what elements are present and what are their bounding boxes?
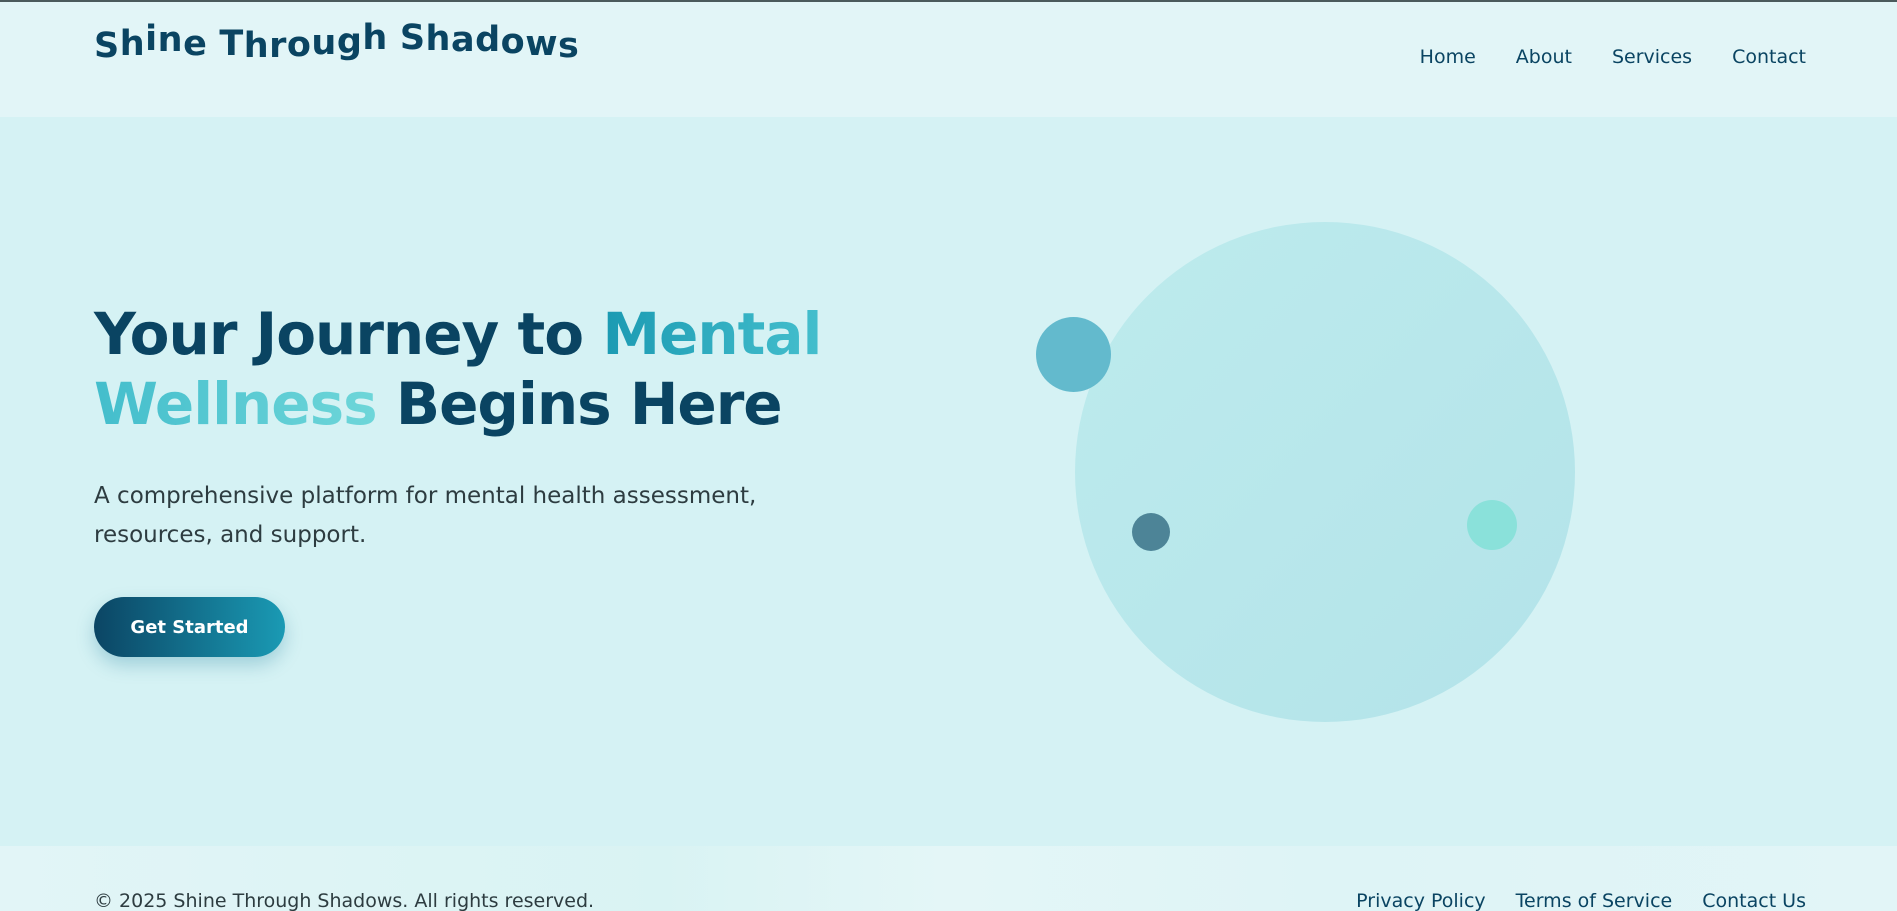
main-nav: Home About Services Contact bbox=[1420, 46, 1806, 68]
hero-title: Your Journey to Mental Wellness Begins H… bbox=[94, 299, 854, 439]
logo-letter: h bbox=[119, 24, 146, 64]
page: S h i n e T h r o u g h S h a d o w s Ho… bbox=[0, 0, 1897, 911]
hero-subtitle: A comprehensive platform for mental heal… bbox=[94, 483, 757, 548]
site-footer: © 2025 Shine Through Shadows. All rights… bbox=[0, 846, 1897, 911]
site-logo[interactable]: S h i n e T h r o u g h S h a d o w s bbox=[94, 16, 579, 66]
nav-contact[interactable]: Contact bbox=[1732, 46, 1806, 68]
footer-link-terms[interactable]: Terms of Service bbox=[1516, 890, 1673, 911]
hero-title-part2: Begins Here bbox=[376, 370, 783, 438]
hero-section: Your Journey to Mental Wellness Begins H… bbox=[0, 117, 1897, 846]
footer-link-contact[interactable]: Contact Us bbox=[1702, 890, 1806, 911]
logo-letter: h bbox=[243, 26, 270, 66]
footer-link-privacy[interactable]: Privacy Policy bbox=[1356, 890, 1485, 911]
logo-letter: T bbox=[219, 24, 244, 64]
decorative-dot-dark bbox=[1132, 513, 1170, 551]
nav-services[interactable]: Services bbox=[1612, 46, 1692, 68]
decorative-dot-large bbox=[1036, 317, 1111, 392]
hero-illustration-circle bbox=[1075, 222, 1575, 722]
footer-links: Privacy Policy Terms of Service Contact … bbox=[1356, 890, 1806, 911]
logo-letter: o bbox=[286, 25, 312, 65]
logo-letter: S bbox=[399, 18, 426, 58]
logo-letter: g bbox=[336, 22, 363, 62]
logo-letter: i bbox=[145, 19, 158, 59]
logo-letter: S bbox=[94, 26, 120, 66]
logo-letter: h bbox=[362, 18, 388, 58]
decorative-dot-mint bbox=[1467, 500, 1517, 550]
logo-letter: n bbox=[157, 20, 184, 60]
nav-home[interactable]: Home bbox=[1420, 46, 1476, 68]
logo-letter: s bbox=[558, 26, 580, 66]
nav-about[interactable]: About bbox=[1516, 46, 1572, 68]
hero-title-part1: Your Journey to bbox=[94, 300, 603, 368]
logo-letter: u bbox=[311, 23, 337, 63]
logo-letter: d bbox=[475, 20, 501, 60]
get-started-button[interactable]: Get Started bbox=[94, 597, 285, 657]
site-header: S h i n e T h r o u g h S h a d o w s Ho… bbox=[0, 2, 1897, 117]
copyright-text: © 2025 Shine Through Shadows. All rights… bbox=[94, 890, 595, 911]
logo-letter: e bbox=[183, 24, 208, 64]
logo-letter: h bbox=[425, 19, 451, 59]
logo-letter: a bbox=[450, 20, 476, 60]
logo-letter: o bbox=[500, 22, 526, 62]
logo-letter: r bbox=[269, 26, 287, 66]
logo-letter: w bbox=[525, 24, 559, 64]
